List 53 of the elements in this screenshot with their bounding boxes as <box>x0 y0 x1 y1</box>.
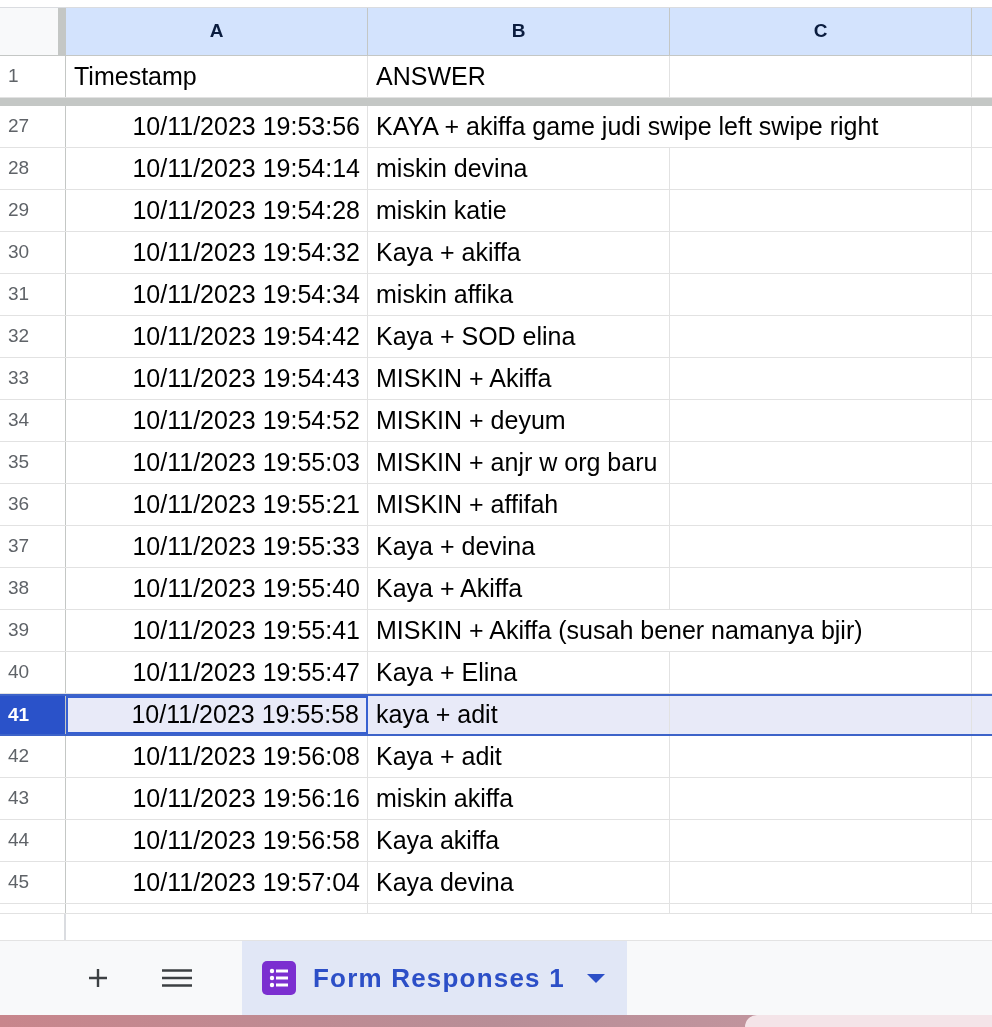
table-cell: 10/11/2023 19:55:40 <box>66 568 368 609</box>
corner-cell[interactable] <box>0 8 58 55</box>
plus-icon <box>88 968 108 988</box>
table-cell: 10/11/2023 19:54:43 <box>66 358 368 399</box>
table-cell: KAYA + akiffa game judi swipe left swipe right <box>368 106 972 147</box>
column-header[interactable] <box>972 8 992 55</box>
table-cell: Kaya + akiffa <box>368 232 670 273</box>
table-cell: Kaya + adit <box>368 736 670 777</box>
table-cell: miskin akiffa <box>368 778 670 819</box>
column-header[interactable]: A <box>66 8 368 55</box>
menu-icon <box>162 969 192 987</box>
column-freeze-bar[interactable] <box>58 8 66 55</box>
table-cell: 10/11/2023 19:57:04 <box>66 862 368 903</box>
row-freeze-bar[interactable] <box>0 98 992 106</box>
table-cell: 10/11/2023 19:54:52 <box>66 400 368 441</box>
table-cell: MISKIN + deyum <box>368 400 670 441</box>
table-cell: kaya + adit <box>368 696 670 734</box>
table-cell: MISKIN + Akiffa <box>368 358 670 399</box>
table-cell: 10/11/2023 19:53:56 <box>66 106 368 147</box>
table-cell: 10/11/2023 19:55:41 <box>66 610 368 651</box>
table-cell: 10/11/2023 19:55:33 <box>66 526 368 567</box>
table-cell: ANSWER <box>368 56 670 97</box>
row-number[interactable]: 41 <box>0 696 66 734</box>
table-cell: 10/11/2023 19:55:03 <box>66 442 368 483</box>
table-cell: Timestamp <box>66 56 368 97</box>
table-cell: MISKIN + Akiffa (susah bener namanya bjir) <box>368 610 972 651</box>
table-cell: miskin katie <box>368 190 670 231</box>
table-cell: 10/11/2023 19:56:58 <box>66 820 368 861</box>
table-cell: Kaya devina <box>368 862 670 903</box>
table-cell: Kaya + Akiffa <box>368 568 670 609</box>
table-cell: 10/11/2023 19:54:28 <box>66 190 368 231</box>
table-cell: 10/11/2023 19:55:47 <box>66 652 368 693</box>
table-cell: 10/11/2023 19:56:08 <box>66 736 368 777</box>
table-cell: miskin devina <box>368 148 670 189</box>
column-header[interactable]: B <box>368 8 670 55</box>
table-cell: 10/11/2023 19:54:32 <box>66 232 368 273</box>
form-list-icon <box>262 961 296 995</box>
table-cell: 10/11/2023 19:54:34 <box>66 274 368 315</box>
table-cell: miskin affika <box>368 274 670 315</box>
table-cell: 10/11/2023 19:54:14 <box>66 148 368 189</box>
table-cell: Kaya + SOD elina <box>368 316 670 357</box>
table-cell: 10/11/2023 19:54:42 <box>66 316 368 357</box>
table-cell: 10/11/2023 19:55:21 <box>66 484 368 525</box>
table-cell: 10/11/2023 19:55:58 <box>66 696 368 734</box>
caret-icon <box>586 973 605 983</box>
table-cell: 10/11/2023 19:56:16 <box>66 778 368 819</box>
table-cell: Kaya + Elina <box>368 652 670 693</box>
table-cell: MISKIN + affifah <box>368 484 670 525</box>
column-header[interactable]: C <box>670 8 972 55</box>
table-cell: Kaya + devina <box>368 526 670 567</box>
table-cell: MISKIN + anjr w org baru <box>368 442 670 483</box>
table-cell: Kaya akiffa <box>368 820 670 861</box>
sheet-tab[interactable]: Form Responses 1 <box>242 941 627 1015</box>
